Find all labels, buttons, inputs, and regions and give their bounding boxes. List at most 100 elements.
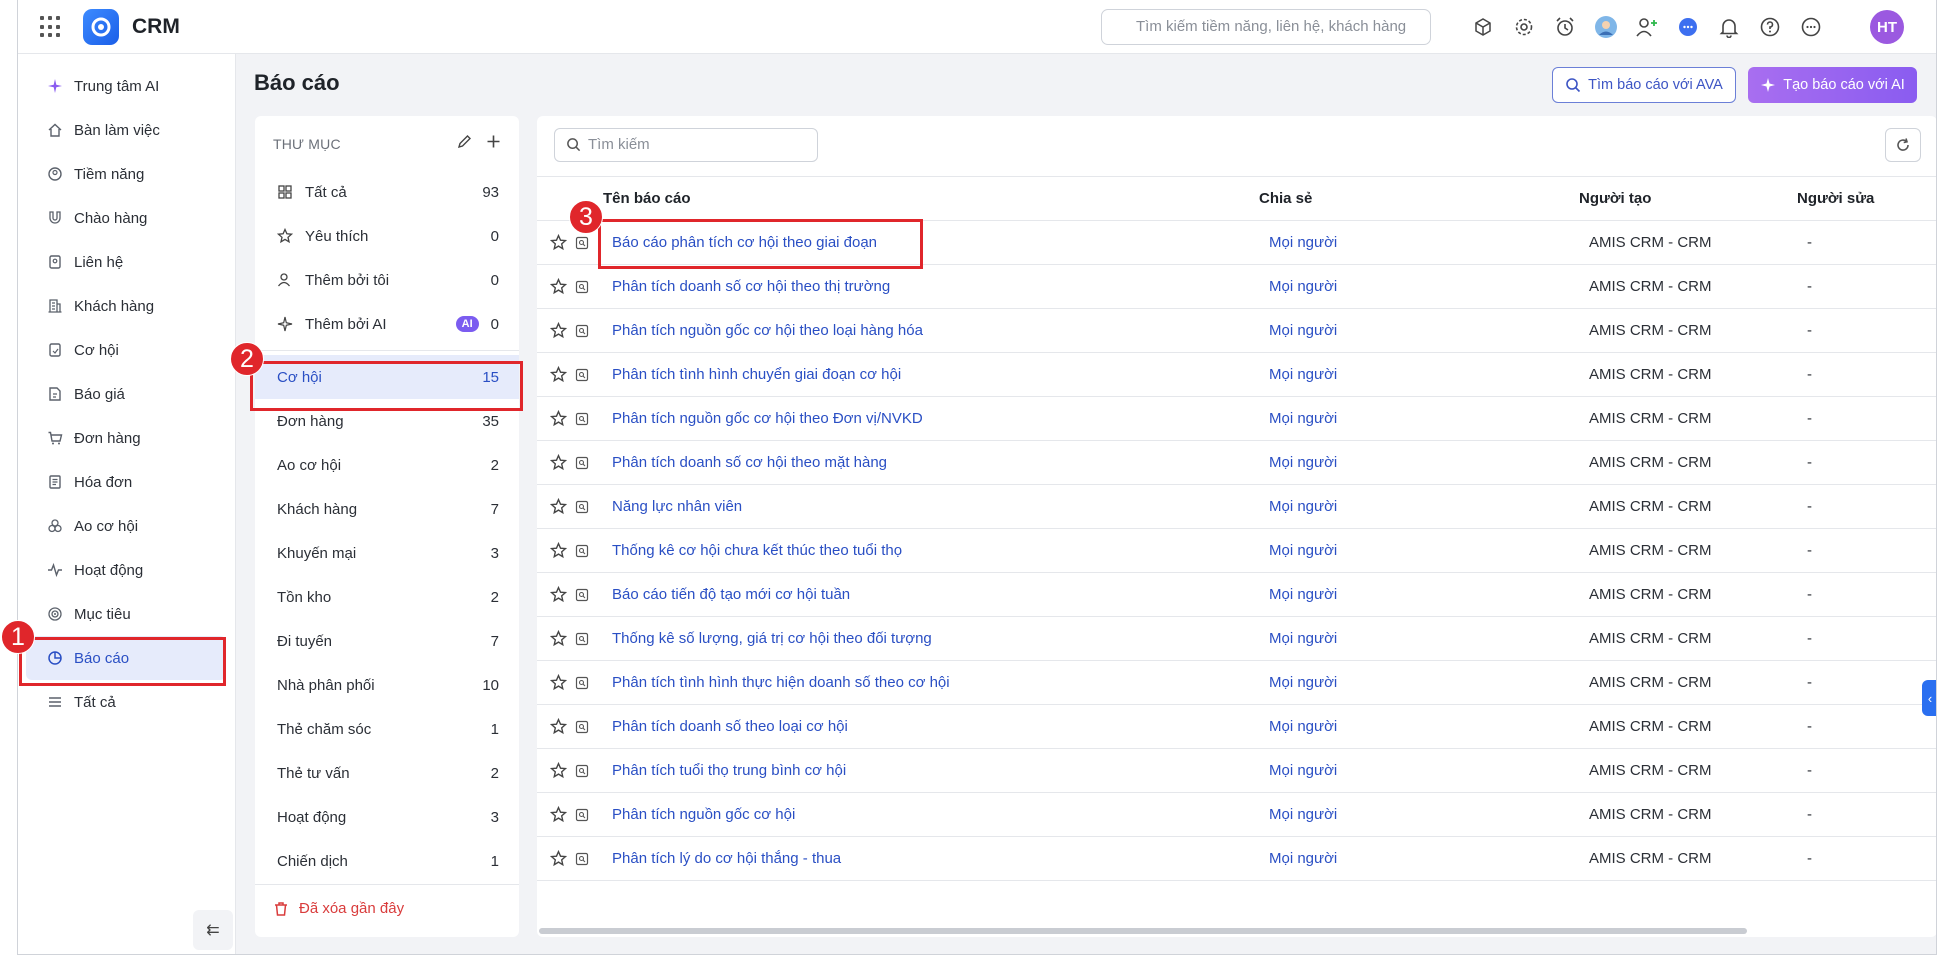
table-row[interactable]: Thống kê cơ hội chưa kết thúc theo tuổi … [537, 528, 1936, 573]
report-preview-icon[interactable] [575, 368, 589, 382]
folder-item[interactable]: Đi tuyến 7 [255, 619, 519, 663]
folder-item[interactable]: Thêm bởi tôi 0 [255, 258, 519, 302]
sidebar-item-invoice[interactable]: Hóa đơn [26, 460, 226, 504]
report-search-input[interactable]: Tìm kiếm [554, 128, 818, 162]
folder-item[interactable]: Ao cơ hội 2 [255, 443, 519, 487]
sidebar-item-target[interactable]: Mục tiêu [26, 592, 226, 636]
folder-item[interactable]: Thẻ chăm sóc 1 [255, 707, 519, 751]
sidebar-item-home[interactable]: Bàn làm việc [26, 108, 226, 152]
report-preview-icon[interactable] [575, 852, 589, 866]
report-preview-icon[interactable] [575, 236, 589, 250]
edit-pencil-icon[interactable] [457, 134, 472, 149]
star-icon[interactable] [550, 322, 567, 339]
table-row[interactable]: Phân tích lý do cơ hội thắng - thua Mọi n… [537, 836, 1936, 881]
folder-item[interactable]: Khách hàng 7 [255, 487, 519, 531]
sidebar-item-report[interactable]: Báo cáo [26, 636, 226, 680]
table-row[interactable]: Báo cáo tiến độ tạo mới cơ hội tuần Mọi n… [537, 572, 1936, 617]
alarm-clock-icon[interactable] [1550, 12, 1580, 42]
report-preview-icon[interactable] [575, 808, 589, 822]
column-header-editor[interactable]: Người sửa [1797, 176, 1936, 221]
report-preview-icon[interactable] [575, 456, 589, 470]
column-header-creator[interactable]: Người tạo [1579, 176, 1797, 221]
more-icon[interactable] [1796, 12, 1826, 42]
star-icon[interactable] [550, 630, 567, 647]
ava-search-button[interactable]: Tìm báo cáo với AVA [1552, 67, 1736, 103]
sidebar-item-activity[interactable]: Hoạt động [26, 548, 226, 592]
report-name-link[interactable]: Thống kê số lượng, giá trị cơ hội theo đ… [612, 630, 932, 647]
apps-grid-icon[interactable] [40, 16, 62, 38]
folder-item[interactable]: Chiến dịch 1 [255, 839, 519, 883]
sidebar-item-menu[interactable]: Tất cả [26, 680, 226, 724]
table-row[interactable]: Phân tích doanh số theo loại cơ hội Mọi n… [537, 704, 1936, 749]
expand-panel-chevron-icon[interactable]: ‹ [1922, 680, 1936, 716]
recently-deleted-link[interactable]: Đã xóa gần đây [273, 900, 404, 917]
folder-item[interactable]: Đơn hàng 35 [255, 399, 519, 443]
box-search-icon[interactable] [1468, 12, 1498, 42]
report-name-link[interactable]: Phân tích nguồn gốc cơ hội theo Đơn vị/N… [612, 410, 923, 427]
table-row[interactable]: Phân tích tình hình thực hiện doanh số t… [537, 660, 1936, 705]
star-icon[interactable] [550, 850, 567, 867]
sidebar-item-sparkle[interactable]: Trung tâm AI [26, 64, 226, 108]
sidebar-item-magnet[interactable]: Chào hàng [26, 196, 226, 240]
star-icon[interactable] [550, 542, 567, 559]
star-icon[interactable] [550, 234, 567, 251]
report-name-link[interactable]: Phân tích lý do cơ hội thắng - thua [612, 850, 841, 867]
report-name-link[interactable]: Báo cáo tiến độ tạo mới cơ hội tuần [612, 586, 850, 603]
folder-item[interactable]: Khuyến mại 3 [255, 531, 519, 575]
table-row[interactable]: Phân tích nguồn gốc cơ hội theo loại hàn… [537, 308, 1936, 353]
folder-item[interactable]: Tồn kho 2 [255, 575, 519, 619]
chat-icon[interactable] [1673, 12, 1703, 42]
report-name-link[interactable]: Phân tích doanh số theo loại cơ hội [612, 718, 848, 735]
report-name-link[interactable]: Phân tích tuổi thọ trung bình cơ hội [612, 762, 846, 779]
star-icon[interactable] [550, 718, 567, 735]
star-icon[interactable] [550, 762, 567, 779]
report-preview-icon[interactable] [575, 676, 589, 690]
folder-item[interactable]: Yêu thích 0 [255, 214, 519, 258]
star-icon[interactable] [550, 410, 567, 427]
report-preview-icon[interactable] [575, 632, 589, 646]
sidebar-item-cart[interactable]: Đơn hàng [26, 416, 226, 460]
table-row[interactable]: Thống kê số lượng, giá trị cơ hội theo đ… [537, 616, 1936, 661]
help-icon[interactable] [1755, 12, 1785, 42]
report-name-link[interactable]: Phân tích nguồn gốc cơ hội [612, 806, 795, 823]
ai-create-report-button[interactable]: Tạo báo cáo với AI [1748, 67, 1917, 103]
star-icon[interactable] [550, 498, 567, 515]
sidebar-item-quote[interactable]: Báo giá [26, 372, 226, 416]
add-folder-icon[interactable] [486, 134, 501, 149]
table-row[interactable]: Phân tích tuổi thọ trung bình cơ hội Mọi … [537, 748, 1936, 793]
refresh-icon[interactable] [1885, 128, 1921, 162]
star-icon[interactable] [550, 366, 567, 383]
folder-item[interactable]: Tất cả 93 [255, 170, 519, 214]
sidebar-item-building[interactable]: Khách hàng [26, 284, 226, 328]
collapse-sidebar-icon[interactable]: ⇇ [193, 910, 233, 950]
folder-item[interactable]: Thẻ tư vấn 2 [255, 751, 519, 795]
star-icon[interactable] [550, 674, 567, 691]
column-header-name[interactable]: Tên báo cáo [603, 176, 1249, 221]
folder-item[interactable]: Hoạt động 3 [255, 795, 519, 839]
table-row[interactable]: Phân tích tình hình chuyển giai đoạn cơ … [537, 352, 1936, 397]
table-row[interactable]: Phân tích nguồn gốc cơ hội Mọi người AMIS … [537, 792, 1936, 837]
star-icon[interactable] [550, 586, 567, 603]
star-icon[interactable] [550, 278, 567, 295]
global-search-input[interactable]: Tìm kiếm tiềm năng, liên hệ, khách hàng [1101, 9, 1431, 45]
report-name-link[interactable]: Thống kê cơ hội chưa kết thúc theo tuổi … [612, 542, 902, 559]
star-icon[interactable] [550, 454, 567, 471]
column-header-share[interactable]: Chia sẻ [1249, 176, 1579, 221]
user-avatar[interactable]: HT [1870, 10, 1904, 44]
folder-item[interactable]: Nhà phân phối 10 [255, 663, 519, 707]
report-preview-icon[interactable] [575, 544, 589, 558]
report-preview-icon[interactable] [575, 588, 589, 602]
sidebar-item-prospect[interactable]: Tiềm năng [26, 152, 226, 196]
report-name-link[interactable]: Năng lực nhân viên [612, 498, 742, 515]
horizontal-scrollbar[interactable] [539, 928, 1747, 934]
report-preview-icon[interactable] [575, 324, 589, 338]
report-preview-icon[interactable] [575, 412, 589, 426]
bell-icon[interactable] [1714, 12, 1744, 42]
add-user-icon[interactable] [1632, 12, 1662, 42]
sidebar-item-opportunity[interactable]: Cơ hội [26, 328, 226, 372]
folder-item[interactable]: Thêm bởi AI AI 0 [255, 302, 519, 346]
table-row[interactable]: Phân tích nguồn gốc cơ hội theo Đơn vị/N… [537, 396, 1936, 441]
table-row[interactable]: Báo cáo phân tích cơ hội theo giai đoạn M… [537, 220, 1936, 265]
table-row[interactable]: Phân tích doanh số cơ hội theo thị trườn… [537, 264, 1936, 309]
table-row[interactable]: Năng lực nhân viên Mọi người AMIS CRM - CR… [537, 484, 1936, 529]
